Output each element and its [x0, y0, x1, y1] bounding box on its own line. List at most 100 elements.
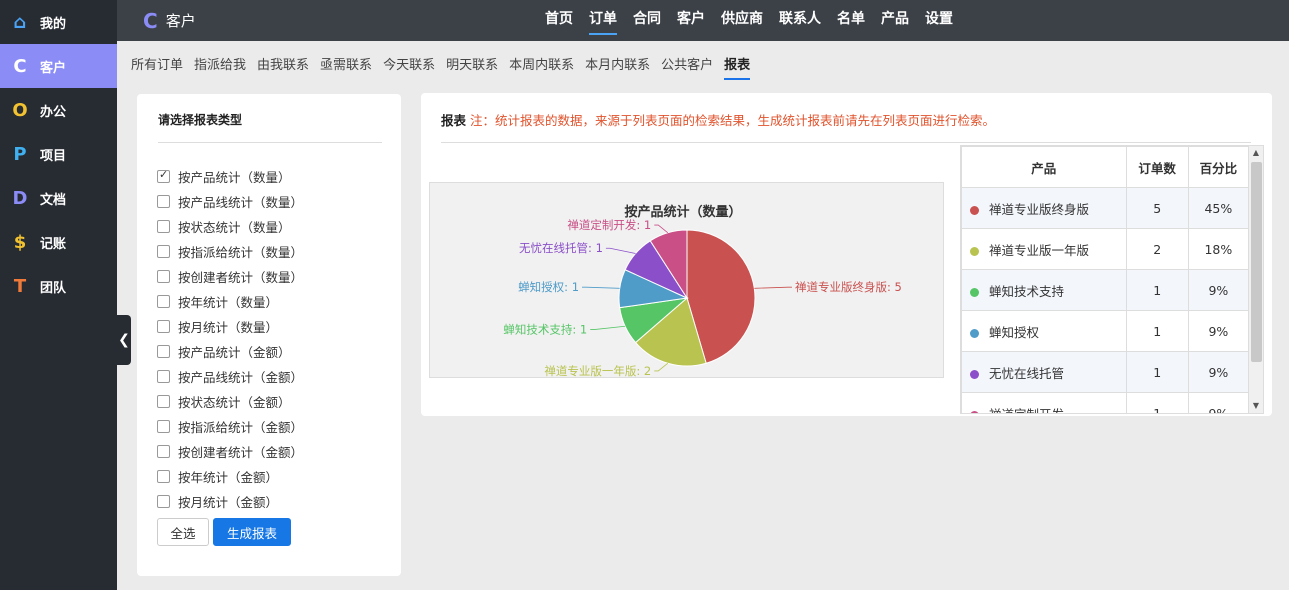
checkbox[interactable]: [157, 395, 170, 408]
order-count-cell: 1: [1125, 351, 1189, 393]
report-option[interactable]: 按状态统计（金额）: [157, 389, 303, 414]
report-option-label: 按月统计（金额）: [178, 495, 279, 510]
top-nav-item-8[interactable]: 设置: [917, 0, 961, 41]
sidebar-item-1[interactable]: C 客户: [0, 44, 117, 88]
checkbox[interactable]: [157, 195, 170, 208]
report-option[interactable]: 按产品线统计（数量）: [157, 189, 303, 214]
checkbox[interactable]: [157, 470, 170, 483]
report-type-title: 请选择报表类型: [158, 113, 243, 127]
report-option[interactable]: 按创建者统计（金额）: [157, 439, 303, 464]
select-all-button[interactable]: 全选: [157, 518, 209, 546]
top-nav-item-1[interactable]: 订单: [581, 0, 625, 41]
top-nav-item-6[interactable]: 名单: [829, 0, 873, 41]
top-nav-item-4[interactable]: 供应商: [713, 0, 771, 41]
sub-nav-item-7[interactable]: 本月内联系: [585, 54, 650, 80]
sidebar: ⌂ 我的 C 客户 O 办公 P 项目 D 文档 $ 记账 T 团队: [0, 0, 117, 590]
product-name: 禅道定制开发: [989, 406, 1065, 414]
sidebar-item-4[interactable]: D 文档: [0, 176, 117, 220]
report-option[interactable]: 按月统计（金额）: [157, 489, 303, 514]
report-panel: 报表 注：统计报表的数据，来源于列表页面的检索结果，生成统计报表前请先在列表页面进…: [421, 93, 1272, 416]
sidebar-item-label: 记账: [40, 236, 67, 252]
sidebar-item-label: 项目: [40, 148, 67, 164]
product-cell: 禅道定制开发: [961, 392, 1127, 414]
checkbox[interactable]: [157, 420, 170, 433]
team-t-icon: T: [13, 275, 27, 297]
sidebar-item-label: 我的: [40, 16, 67, 32]
pie-label: 蝉知技术支持: 1: [503, 323, 587, 337]
sub-nav: 所有订单 指派给我 由我联系 亟需联系 今天联系 明天联系 本周内联系 本月内联系 公共客户 报表: [131, 54, 761, 80]
sub-nav-item-2[interactable]: 由我联系: [257, 54, 309, 80]
order-count-cell: 1: [1125, 392, 1189, 413]
scroll-down-icon[interactable]: ▼: [1249, 399, 1263, 413]
pie-label-line: [590, 325, 626, 330]
report-option-label: 按指派给统计（金额）: [178, 420, 304, 435]
accounting-dollar-icon: $: [13, 231, 27, 253]
sub-nav-item-8[interactable]: 公共客户: [661, 54, 713, 80]
checkbox[interactable]: [157, 270, 170, 283]
top-nav-item-3[interactable]: 客户: [669, 0, 713, 41]
checkbox[interactable]: [157, 245, 170, 258]
report-option[interactable]: 按月统计（数量）: [157, 314, 303, 339]
top-nav-item-2[interactable]: 合同: [625, 0, 669, 41]
product-name: 禅道专业版一年版: [989, 242, 1090, 258]
sidebar-item-3[interactable]: P 项目: [0, 132, 117, 176]
report-option-label: 按产品统计（数量）: [178, 170, 291, 185]
sidebar-item-label: 团队: [40, 280, 67, 296]
legend-dot-icon: [970, 246, 979, 256]
checkbox[interactable]: [157, 370, 170, 383]
sub-nav-item-9[interactable]: 报表: [724, 54, 751, 80]
sub-nav-item-3[interactable]: 亟需联系: [320, 54, 372, 80]
checkbox[interactable]: [157, 320, 170, 333]
sidebar-item-2[interactable]: O 办公: [0, 88, 117, 132]
table-scrollbar[interactable]: ▲ ▼: [1248, 146, 1263, 413]
checkbox[interactable]: [157, 445, 170, 458]
top-nav-item-0[interactable]: 首页: [537, 0, 581, 41]
brand: C 客户: [143, 0, 196, 41]
report-option-label: 按年统计（金额）: [178, 470, 279, 485]
checkbox[interactable]: [157, 345, 170, 358]
sidebar-item-5[interactable]: $ 记账: [0, 220, 117, 264]
report-option-label: 按状态统计（金额）: [178, 395, 291, 410]
top-bar: C 客户 首页 订单 合同 客户 供应商 联系人 名单 产品 设置: [117, 0, 1289, 41]
sidebar-item-0[interactable]: ⌂ 我的: [0, 0, 117, 44]
checkbox[interactable]: [157, 295, 170, 308]
sub-nav-item-5[interactable]: 明天联系: [446, 54, 498, 80]
pie-chart-box: 按产品统计（数量） 禅道专业版终身版: 5 禅道专业版一年版: 2 蝉知技术支持: 1…: [429, 182, 944, 378]
generate-report-button[interactable]: 生成报表: [213, 518, 291, 546]
percent-cell: 9%: [1187, 351, 1250, 393]
order-count-cell: 2: [1125, 228, 1189, 270]
report-table: 产品 订单数 百分比 禅道专业版终身版 5 45% 禅道专业版一年版 2 18% 蝉知技术支持 1…: [961, 146, 1250, 414]
report-option[interactable]: 按指派给统计（数量）: [157, 239, 303, 264]
percent-cell: 9%: [1187, 392, 1250, 413]
checkbox[interactable]: [157, 220, 170, 233]
top-nav-item-7[interactable]: 产品: [873, 0, 917, 41]
divider: [158, 142, 382, 143]
top-nav-item-5[interactable]: 联系人: [771, 0, 829, 41]
product-name: 无忧在线托管: [989, 365, 1065, 381]
sub-nav-item-4[interactable]: 今天联系: [383, 54, 435, 80]
report-option[interactable]: 按产品统计（数量）: [157, 164, 303, 189]
report-option[interactable]: 按创建者统计（数量）: [157, 264, 303, 289]
sidebar-item-label: 办公: [40, 104, 67, 120]
sub-nav-item-6[interactable]: 本周内联系: [509, 54, 574, 80]
sub-nav-item-1[interactable]: 指派给我: [194, 54, 246, 80]
report-option[interactable]: 按产品统计（金额）: [157, 339, 303, 364]
report-option[interactable]: 按状态统计（数量）: [157, 214, 303, 239]
percent-cell: 45%: [1187, 187, 1250, 229]
top-nav: 首页 订单 合同 客户 供应商 联系人 名单 产品 设置: [537, 0, 961, 41]
report-option[interactable]: 按年统计（金额）: [157, 464, 303, 489]
collapse-sidebar-chevron-icon[interactable]: ❮: [117, 315, 131, 365]
scroll-up-icon[interactable]: ▲: [1249, 146, 1263, 160]
sub-nav-item-0[interactable]: 所有订单: [131, 54, 183, 80]
report-table-container: 产品 订单数 百分比 禅道专业版终身版 5 45% 禅道专业版一年版 2 18% 蝉知技术支持 1…: [960, 145, 1264, 414]
report-option[interactable]: 按年统计（数量）: [157, 289, 303, 314]
sidebar-item-6[interactable]: T 团队: [0, 264, 117, 308]
report-option[interactable]: 按产品线统计（金额）: [157, 364, 303, 389]
scroll-thumb[interactable]: [1251, 162, 1262, 362]
pie-label-line: [654, 362, 669, 372]
report-option-label: 按月统计（数量）: [178, 320, 279, 335]
report-option[interactable]: 按指派给统计（金额）: [157, 414, 303, 439]
report-type-panel: 请选择报表类型 按产品统计（数量） 按产品线统计（数量） 按状态统计（数量） 按指派给…: [137, 94, 401, 576]
checkbox[interactable]: [157, 168, 170, 183]
checkbox[interactable]: [157, 495, 170, 508]
